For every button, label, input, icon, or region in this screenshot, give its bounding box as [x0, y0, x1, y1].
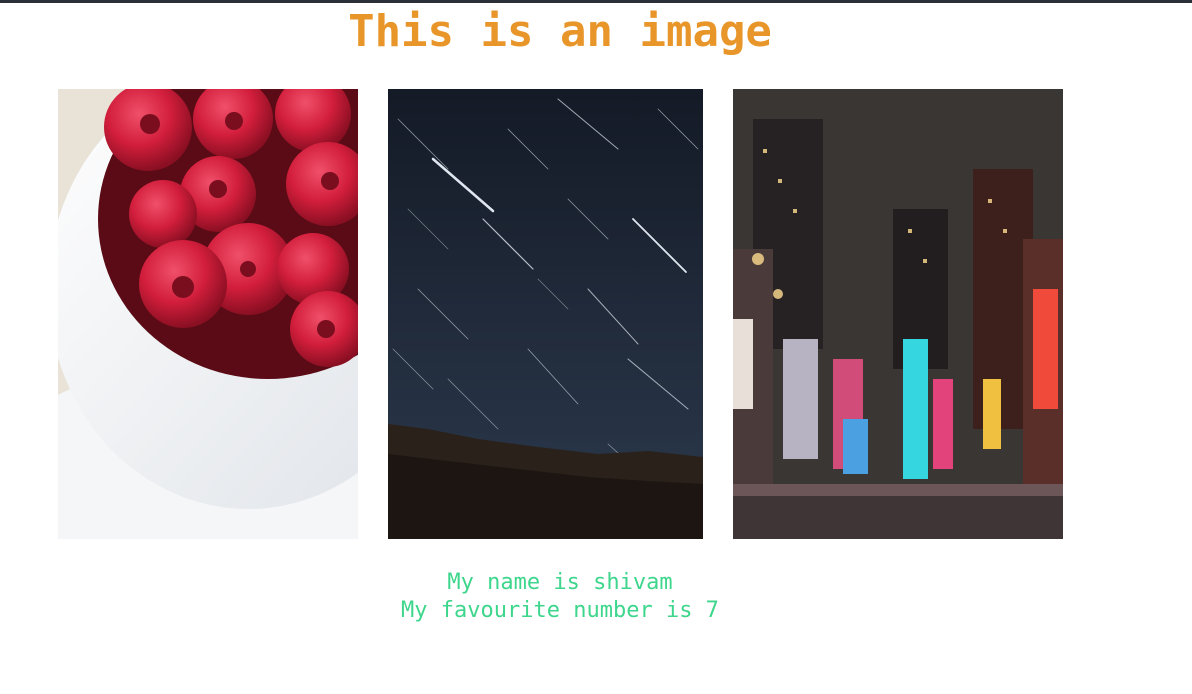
star-trails-photo	[388, 89, 703, 539]
caption-line-number: My favourite number is 7	[401, 598, 719, 623]
top-border-bar	[0, 0, 1192, 3]
page-heading: This is an image	[348, 6, 772, 57]
caption-text: My name is shivam My favourite number is…	[0, 569, 1120, 625]
raspberries-photo	[58, 89, 358, 539]
caption-line-name: My name is shivam	[447, 570, 673, 595]
city-night-photo	[733, 89, 1063, 539]
